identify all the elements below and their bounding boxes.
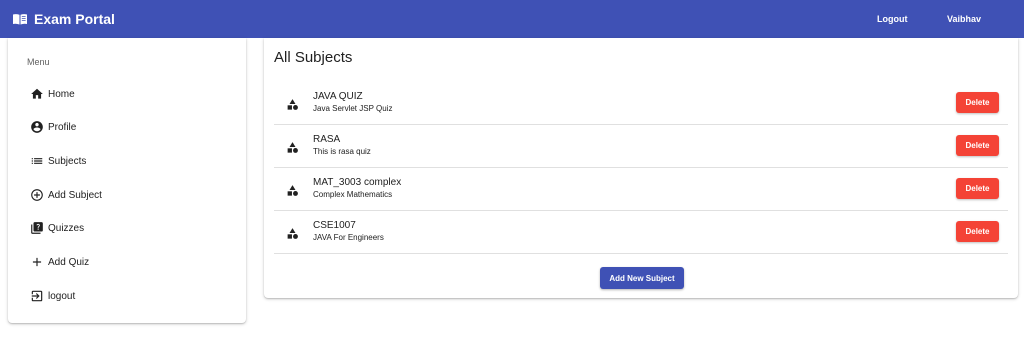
subject-title: CSE1007	[313, 220, 356, 231]
sidebar-item-label: Profile	[48, 121, 77, 133]
sidebar-item-home[interactable]: Home	[30, 84, 75, 104]
subject-list-item[interactable]: JAVA QUIZ Java Servlet JSP Quiz Delete	[274, 82, 1008, 125]
sidebar-item-add-quiz[interactable]: Add Quiz	[30, 252, 89, 272]
sidebar-item-label: Home	[48, 88, 75, 100]
sidebar-item-label: Add Quiz	[48, 256, 90, 268]
sidebar-item-label: Add Subject	[48, 189, 102, 201]
user-link[interactable]: Vaibhav	[947, 0, 981, 38]
add-circle-outline-icon	[31, 189, 43, 201]
category-icon	[287, 185, 298, 196]
subject-title: JAVA QUIZ	[313, 91, 363, 102]
category-icon	[287, 99, 298, 110]
subject-description: This is rasa quiz	[313, 147, 371, 156]
sidebar: Menu Home Profile Subjects Add Subject Q…	[8, 38, 246, 323]
sidebar-item-logout[interactable]: logout	[30, 286, 75, 306]
delete-button[interactable]: Delete	[956, 92, 999, 113]
delete-button[interactable]: Delete	[956, 135, 999, 156]
home-icon	[31, 88, 43, 99]
account-circle-icon	[31, 121, 43, 133]
logout-link[interactable]: Logout	[877, 0, 908, 38]
subject-description: Java Servlet JSP Quiz	[313, 104, 393, 113]
sidebar-item-label: Quizzes	[48, 222, 85, 234]
add-icon	[32, 257, 42, 267]
category-icon	[287, 228, 298, 239]
app-title: Exam Portal	[34, 11, 115, 27]
subject-list-item[interactable]: CSE1007 JAVA For Engineers Delete	[274, 211, 1008, 254]
page-title: All Subjects	[274, 49, 353, 66]
subjects-card: All Subjects JAVA QUIZ Java Servlet JSP …	[264, 38, 1018, 298]
quiz-icon	[31, 222, 43, 234]
subject-title: RASA	[313, 134, 341, 145]
sidebar-item-quizzes[interactable]: Quizzes	[30, 218, 84, 238]
subject-description: Complex Mathematics	[313, 190, 393, 199]
brand[interactable]: Exam Portal	[12, 0, 115, 38]
subject-list-item[interactable]: RASA This is rasa quiz Delete	[274, 125, 1008, 168]
add-new-subject-button[interactable]: Add New Subject	[600, 267, 684, 289]
sidebar-item-profile[interactable]: Profile	[30, 117, 76, 137]
subject-description: JAVA For Engineers	[313, 233, 384, 242]
menu-title: Menu	[27, 57, 50, 67]
sidebar-item-label: logout	[48, 290, 76, 302]
delete-button[interactable]: Delete	[956, 221, 999, 242]
delete-button[interactable]: Delete	[956, 178, 999, 199]
menu-book-icon	[13, 14, 27, 25]
category-icon	[287, 142, 298, 153]
sidebar-item-subjects[interactable]: Subjects	[30, 151, 86, 171]
list-icon	[31, 158, 43, 164]
sidebar-item-add-subject[interactable]: Add Subject	[30, 185, 102, 205]
top-toolbar: Exam Portal Logout Vaibhav	[0, 0, 1024, 38]
logout-icon	[31, 290, 43, 302]
sidebar-item-label: Subjects	[48, 155, 87, 167]
subject-list-item[interactable]: MAT_3003 complex Complex Mathematics Del…	[274, 168, 1008, 211]
subject-title: MAT_3003 complex	[313, 177, 402, 188]
